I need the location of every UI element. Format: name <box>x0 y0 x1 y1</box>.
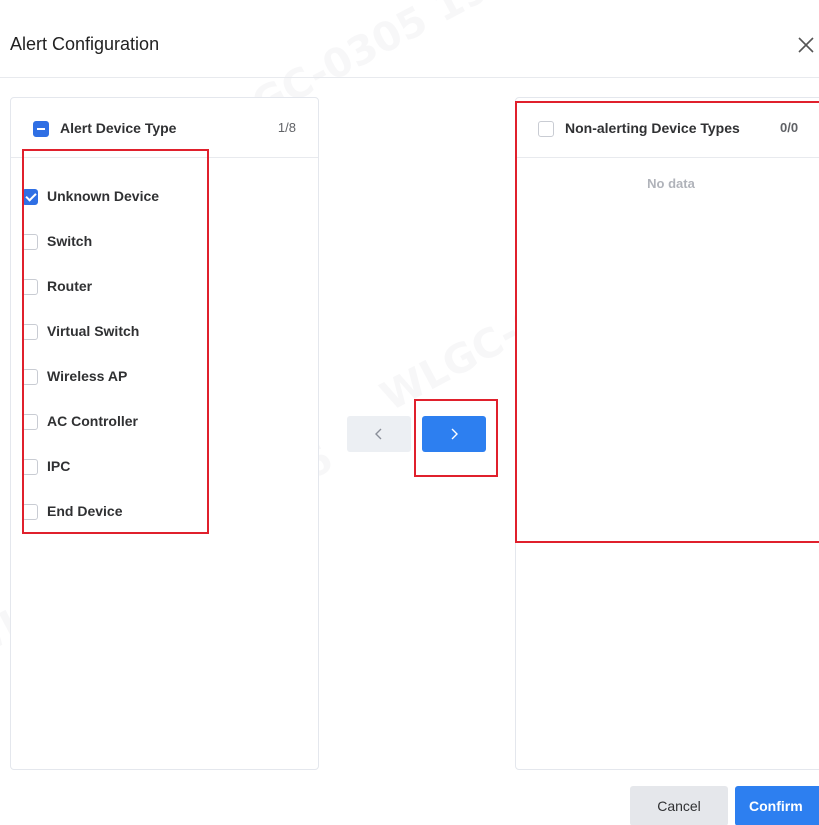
item-checkbox[interactable] <box>22 234 38 250</box>
item-checkbox[interactable] <box>22 189 38 205</box>
empty-state-text: No data <box>647 176 695 191</box>
list-item[interactable]: Router <box>22 276 302 298</box>
cancel-button[interactable]: Cancel <box>630 786 728 825</box>
close-icon[interactable] <box>795 34 817 56</box>
item-label: Virtual Switch <box>47 323 140 339</box>
select-all-checkbox[interactable] <box>33 121 49 137</box>
item-label: Unknown Device <box>47 188 160 204</box>
panel-title: Non-alerting Device Types <box>565 120 740 136</box>
move-right-button[interactable] <box>422 416 486 452</box>
item-checkbox[interactable] <box>22 414 38 430</box>
dialog-header: Alert Configuration <box>0 0 819 78</box>
panel-header: Alert Device Type 1/8 <box>11 98 318 158</box>
list-item[interactable]: Wireless AP <box>22 366 302 388</box>
item-label: End Device <box>47 503 123 519</box>
item-label: Wireless AP <box>47 368 128 384</box>
selection-count: 1/8 <box>277 120 296 135</box>
panel-header: Non-alerting Device Types 0/0 <box>516 98 819 158</box>
dialog-title: Alert Configuration <box>10 34 160 54</box>
list-item[interactable]: Unknown Device <box>22 186 302 208</box>
move-left-button[interactable] <box>347 416 411 452</box>
item-label: AC Controller <box>47 413 138 429</box>
item-checkbox[interactable] <box>22 459 38 475</box>
list-item[interactable]: Switch <box>22 231 302 253</box>
list-item[interactable]: Virtual Switch <box>22 321 302 343</box>
selection-count: 0/0 <box>780 120 799 135</box>
chevron-right-icon <box>451 428 458 440</box>
item-checkbox[interactable] <box>22 279 38 295</box>
item-label: Router <box>47 278 93 294</box>
non-alerting-device-types-panel: Non-alerting Device Types 0/0 No data <box>515 97 819 770</box>
panel-title: Alert Device Type <box>60 120 177 136</box>
chevron-left-icon <box>375 428 382 440</box>
item-checkbox[interactable] <box>22 504 38 520</box>
list-item[interactable]: End Device <box>22 501 302 523</box>
confirm-button[interactable]: Confirm <box>735 786 819 825</box>
item-label: Switch <box>47 233 93 249</box>
select-all-checkbox[interactable] <box>538 121 554 137</box>
item-checkbox[interactable] <box>22 369 38 385</box>
item-checkbox[interactable] <box>22 324 38 340</box>
item-label: IPC <box>47 458 71 474</box>
list-item[interactable]: AC Controller <box>22 411 302 433</box>
list-item[interactable]: IPC <box>22 456 302 478</box>
alert-configuration-dialog: WLGC-0305 19396 WLGC-0305 19396 WLGC-030… <box>0 0 819 825</box>
